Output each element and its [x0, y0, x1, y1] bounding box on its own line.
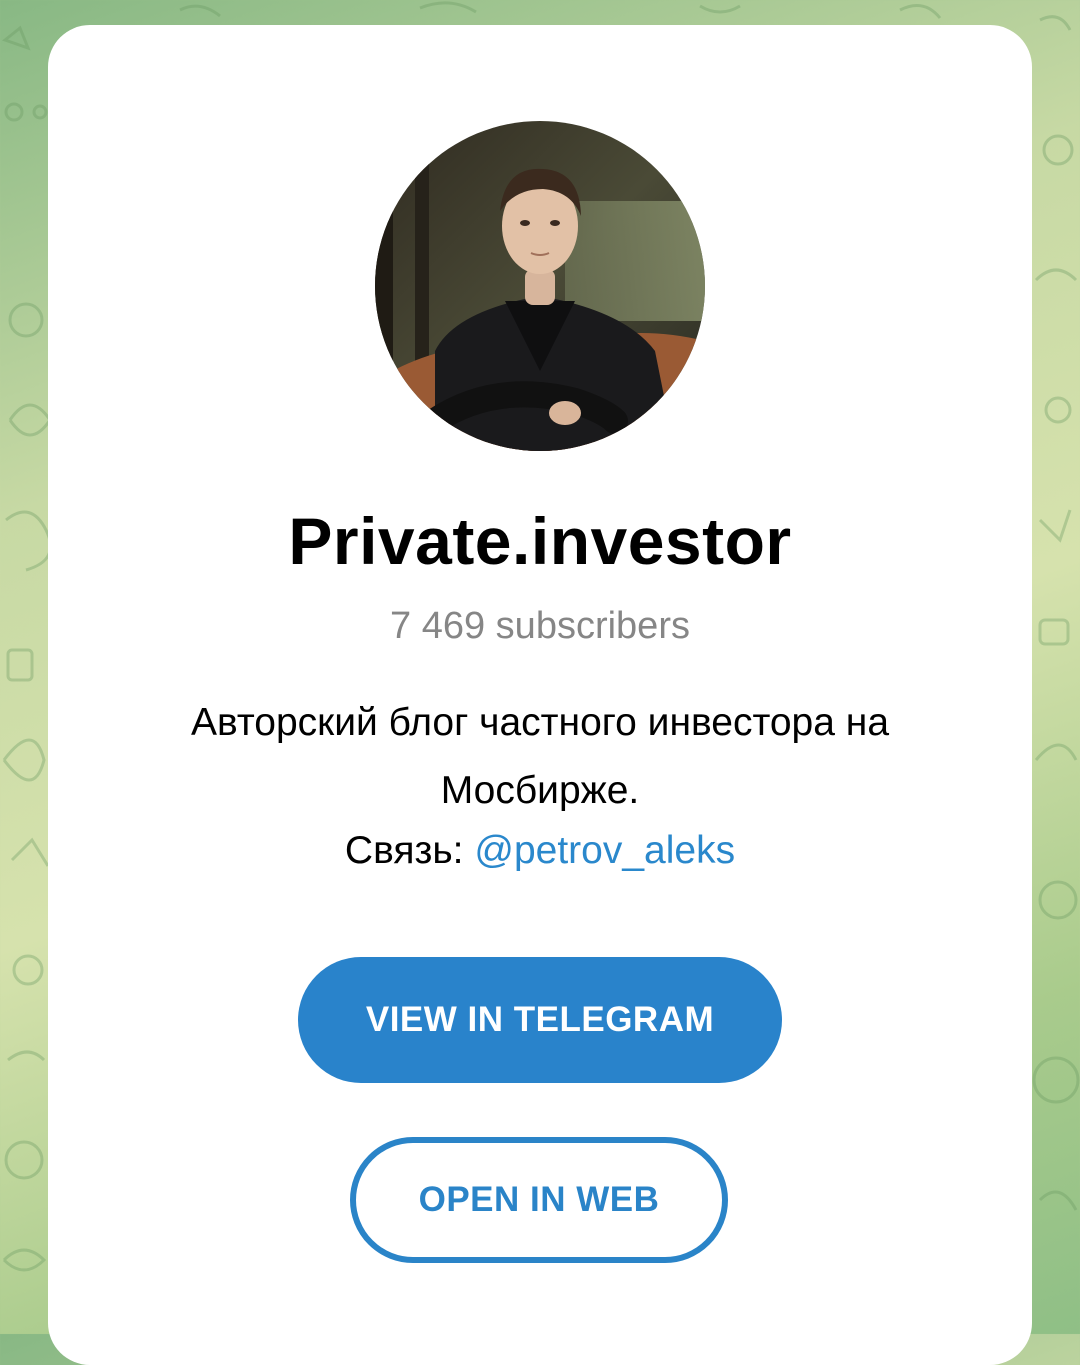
contact-line: Связь: @petrov_aleks: [48, 825, 1032, 877]
contact-label: Связь:: [344, 829, 464, 872]
channel-card: Private.investor 7 469 subscribers Автор…: [48, 25, 1032, 1365]
channel-title: Private.investor: [288, 504, 792, 578]
open-in-web-button[interactable]: OPEN IN WEB: [350, 1137, 728, 1263]
channel-avatar: [375, 121, 705, 451]
contact-username-link[interactable]: @petrov_aleks: [474, 829, 735, 872]
view-in-telegram-button[interactable]: VIEW IN TELEGRAM: [298, 957, 782, 1083]
open-in-web-label: OPEN IN WEB: [418, 1180, 660, 1219]
channel-description: Авторский блог частного инвестора на Мос…: [190, 701, 890, 812]
avatar-photo-icon: [375, 121, 705, 451]
subscriber-count: 7 469 subscribers: [390, 605, 690, 647]
view-in-telegram-label: VIEW IN TELEGRAM: [365, 1000, 715, 1039]
